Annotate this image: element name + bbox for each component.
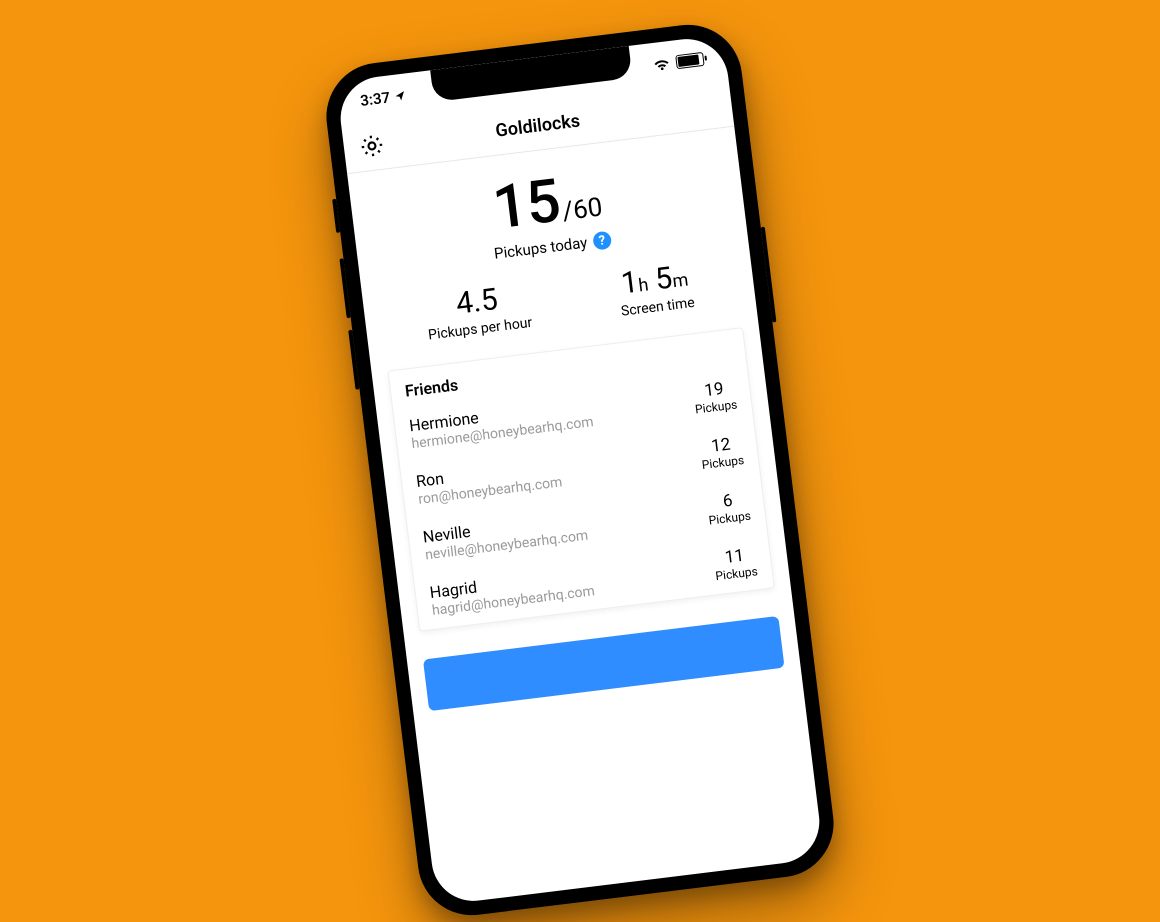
main-content: 15/60 Pickups today ? 4.5 Pickups per ho… [347, 127, 824, 906]
pickups-cap: 60 [571, 192, 604, 225]
wifi-icon [652, 57, 670, 72]
phone-frame: 3:37 [320, 19, 839, 922]
screen-minutes: 5 [653, 260, 674, 297]
location-icon [393, 89, 406, 102]
pickups-current: 15 [490, 171, 563, 239]
pickups-label: Pickups today [493, 234, 588, 263]
phone-side-button [332, 199, 340, 233]
help-button[interactable]: ? [592, 231, 612, 251]
pickups-hero: 15/60 Pickups today ? [366, 150, 732, 277]
stat-pickups-per-hour: 4.5 Pickups per hour [423, 281, 533, 343]
screen-hours: 1 [619, 265, 640, 302]
phone-side-button [348, 330, 359, 390]
settings-button[interactable] [356, 130, 387, 161]
battery-icon [675, 52, 704, 69]
page-title: Goldilocks [494, 110, 581, 141]
gear-icon [357, 131, 386, 160]
phone-side-button [761, 227, 777, 323]
phone-side-button [339, 258, 350, 318]
stat-value: 1h 5m [616, 261, 693, 300]
phone-screen: 3:37 [336, 34, 824, 905]
friends-card: Friends Hermione hermione@honeybearhq.co… [387, 327, 774, 632]
stat-screen-time: 1h 5m Screen time [616, 261, 696, 320]
primary-action-button[interactable] [423, 616, 785, 711]
status-time: 3:37 [359, 88, 391, 109]
